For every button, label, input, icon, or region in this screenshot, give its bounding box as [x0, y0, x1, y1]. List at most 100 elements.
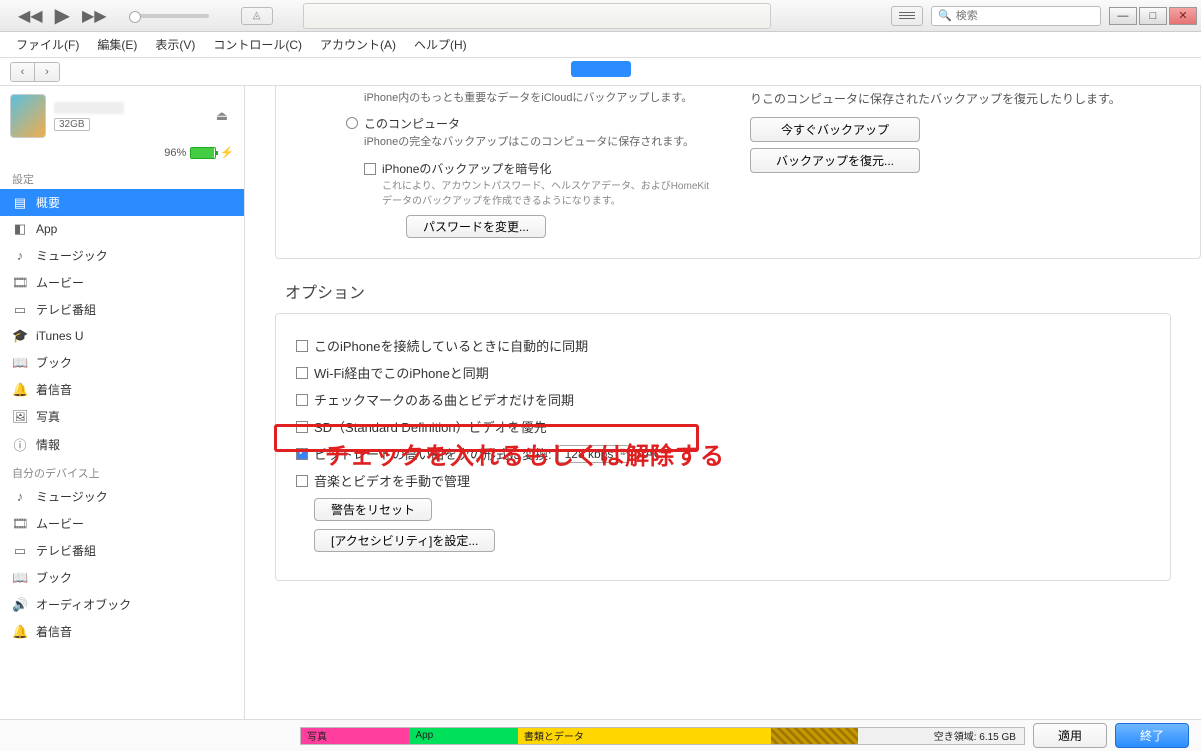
annotation-text: チェックを入れるもしくは解除する: [325, 436, 725, 471]
backup-now-button[interactable]: 今すぐバックアップ: [750, 117, 920, 142]
window-controls: — □ ✕: [1109, 7, 1197, 25]
menu-help[interactable]: ヘルプ(H): [410, 34, 471, 55]
sidebar: 32GB ⏏ 96% ⚡ 設定 ▤概要 ◧App ♪ミュージック 🎞ムービー ▭…: [0, 86, 245, 719]
backup-left: iPhone内のもっとも重要なデータをiCloudにバックアップします。 このコ…: [346, 90, 710, 238]
book-icon: 📖: [12, 355, 28, 371]
checkbox-checked-only[interactable]: [296, 394, 308, 406]
radio-this-pc[interactable]: [346, 117, 358, 129]
search-input[interactable]: [956, 10, 1098, 22]
nav-back-button[interactable]: ‹: [11, 63, 35, 81]
summary-icon: ▤: [12, 195, 28, 211]
sidebar-item-movie[interactable]: 🎞ムービー: [0, 269, 244, 296]
menu-edit[interactable]: 編集(E): [93, 34, 141, 55]
sidebar-ondevice-book[interactable]: 📖ブック: [0, 564, 244, 591]
menu-bar: ファイル(F) 編集(E) 表示(V) コントロール(C) アカウント(A) ヘ…: [0, 32, 1201, 58]
device-thumbnail-icon: [10, 94, 46, 138]
movie-icon: 🎞: [12, 516, 28, 532]
apply-button[interactable]: 適用: [1033, 723, 1107, 748]
close-button[interactable]: ✕: [1169, 7, 1197, 25]
device-name: [54, 102, 124, 114]
device-info: 32GB: [54, 102, 208, 131]
movie-icon: 🎞: [12, 275, 28, 291]
usage-seg-photo: 写真: [301, 728, 409, 744]
playback-controls: ◀◀ ▶ ▶▶ ◬: [18, 3, 273, 28]
sidebar-item-info[interactable]: ⓘ情報: [0, 430, 244, 459]
book-icon: 📖: [12, 570, 28, 586]
checkbox-wifi-sync[interactable]: [296, 367, 308, 379]
menu-file[interactable]: ファイル(F): [12, 34, 83, 55]
battery-percent: 96%: [164, 147, 186, 159]
bell-icon: 🔔: [12, 624, 28, 640]
play-button[interactable]: ▶: [55, 3, 70, 28]
photo-icon: 🖼: [12, 409, 28, 425]
list-view-button[interactable]: [891, 6, 923, 26]
next-track-button[interactable]: ▶▶: [82, 6, 107, 26]
reset-warnings-button[interactable]: 警告をリセット: [314, 498, 432, 521]
menu-view[interactable]: 表示(V): [151, 34, 199, 55]
restore-backup-button[interactable]: バックアップを復元...: [750, 148, 920, 173]
sidebar-item-tv[interactable]: ▭テレビ番組: [0, 296, 244, 323]
sidebar-ondevice-ringtone[interactable]: 🔔着信音: [0, 618, 244, 645]
backup-this-pc-row[interactable]: このコンピュータ: [346, 115, 710, 132]
battery-row: 96% ⚡: [0, 146, 244, 165]
device-header: 32GB ⏏: [0, 86, 244, 146]
volume-slider[interactable]: [129, 14, 209, 18]
maximize-button[interactable]: □: [1139, 7, 1167, 25]
sidebar-ondevice-music[interactable]: ♪ミュージック: [0, 483, 244, 510]
done-button[interactable]: 終了: [1115, 723, 1189, 748]
prev-track-button[interactable]: ◀◀: [18, 6, 43, 26]
title-bar: ◀◀ ▶ ▶▶ ◬ 🔍 — □ ✕: [0, 0, 1201, 32]
accessibility-button[interactable]: [アクセシビリティ]を設定...: [314, 529, 495, 552]
airplay-button[interactable]: ◬: [241, 7, 273, 25]
itunesu-icon: 🎓: [12, 328, 28, 344]
sidebar-item-photo[interactable]: 🖼写真: [0, 403, 244, 430]
backup-right: りこのコンピュータに保存されたバックアップを復元したりします。 今すぐバックアッ…: [750, 90, 1130, 238]
charging-icon: ⚡: [220, 146, 234, 159]
sidebar-ondevice-tv[interactable]: ▭テレビ番組: [0, 537, 244, 564]
opt-auto-sync[interactable]: このiPhoneを接続しているときに自動的に同期: [296, 336, 1150, 355]
sidebar-item-summary[interactable]: ▤概要: [0, 189, 244, 216]
sidebar-heading-settings: 設定: [0, 165, 244, 189]
audiobook-icon: 🔊: [12, 597, 28, 613]
sidebar-item-ringtone[interactable]: 🔔着信音: [0, 376, 244, 403]
eject-icon[interactable]: ⏏: [216, 108, 228, 124]
info-icon: ⓘ: [12, 435, 28, 454]
opt-manual[interactable]: 音楽とビデオを手動で管理: [296, 471, 1150, 490]
nav-forward-button[interactable]: ›: [35, 63, 59, 81]
battery-icon: [190, 147, 216, 159]
content-area: iPhone内のもっとも重要なデータをiCloudにバックアップします。 このコ…: [245, 86, 1201, 719]
opt-checked-only[interactable]: チェックマークのある曲とビデオだけを同期: [296, 390, 1150, 409]
encrypt-checkbox[interactable]: [364, 163, 376, 175]
top-indicator: [571, 61, 631, 77]
sidebar-item-music[interactable]: ♪ミュージック: [0, 242, 244, 269]
backup-right-desc: りこのコンピュータに保存されたバックアップを復元したりします。: [750, 90, 1130, 107]
bell-icon: 🔔: [12, 382, 28, 398]
menu-account[interactable]: アカウント(A): [316, 34, 400, 55]
tv-icon: ▭: [12, 302, 28, 318]
opt-wifi-sync[interactable]: Wi-Fi経由でこのiPhoneと同期: [296, 363, 1150, 382]
change-password-button[interactable]: パスワードを変更...: [406, 215, 546, 238]
sidebar-heading-ondevice: 自分のデバイス上: [0, 459, 244, 483]
sidebar-item-app[interactable]: ◧App: [0, 216, 244, 242]
device-capacity-badge: 32GB: [54, 118, 90, 131]
sidebar-item-book[interactable]: 📖ブック: [0, 349, 244, 376]
checkbox-auto-sync[interactable]: [296, 340, 308, 352]
usage-seg-other: [771, 728, 858, 744]
minimize-button[interactable]: —: [1109, 7, 1137, 25]
storage-usage-bar: 写真 App 書類とデータ 空き領域: 6.15 GB: [300, 727, 1025, 745]
search-box[interactable]: 🔍: [931, 6, 1101, 26]
sidebar-ondevice-audiobook[interactable]: 🔊オーディオブック: [0, 591, 244, 618]
sidebar-item-itunesu[interactable]: 🎓iTunes U: [0, 323, 244, 349]
encrypt-desc: これにより、アカウントパスワード、ヘルスケアデータ、およびHomeKitデータの…: [382, 179, 710, 209]
music-icon: ♪: [12, 248, 28, 263]
backup-this-pc-desc: iPhoneの完全なバックアップはこのコンピュータに保存されます。: [364, 134, 710, 151]
usage-seg-free: 空き領域: 6.15 GB: [858, 728, 1024, 744]
app-icon: ◧: [12, 221, 28, 237]
encrypt-backup-row[interactable]: iPhoneのバックアップを暗号化: [364, 160, 710, 177]
nav-row: ‹ ›: [0, 58, 1201, 86]
checkbox-manual[interactable]: [296, 475, 308, 487]
sidebar-ondevice-movie[interactable]: 🎞ムービー: [0, 510, 244, 537]
menu-control[interactable]: コントロール(C): [209, 34, 306, 55]
search-icon: 🔍: [938, 9, 952, 22]
bottom-bar: 写真 App 書類とデータ 空き領域: 6.15 GB 適用 終了: [0, 719, 1201, 751]
